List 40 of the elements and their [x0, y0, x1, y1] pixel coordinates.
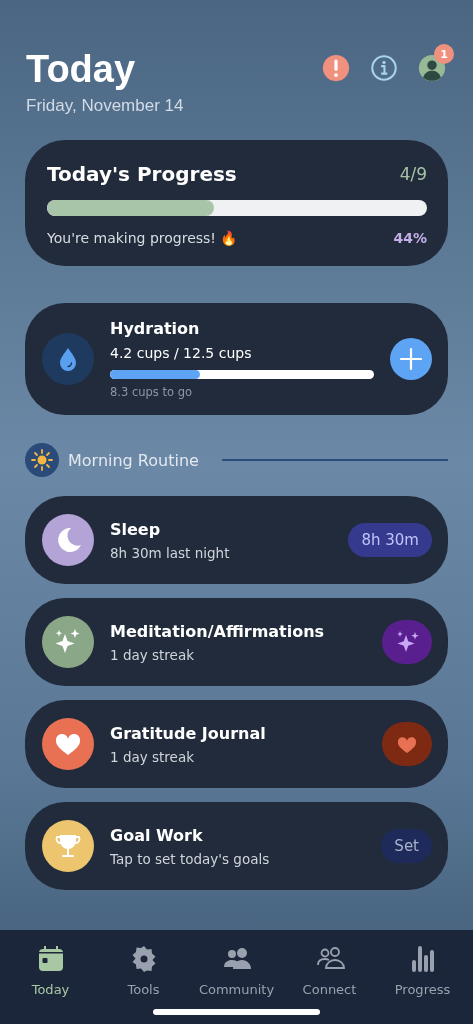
routine-subtitle: 8h 30m last night [110, 544, 231, 561]
routine-subtitle: 1 day streak [110, 646, 195, 663]
tab-item[interactable]: Progress [377, 944, 468, 1024]
set-button[interactable]: Set [381, 829, 432, 863]
add-icon[interactable] [390, 338, 432, 380]
tab-item[interactable]: Today [5, 944, 96, 1024]
page-title: Today [26, 48, 137, 90]
notification-badge: 1 [434, 44, 454, 64]
moon-icon [42, 514, 94, 566]
routine-subtitle: Tap to set today's goals [110, 850, 271, 867]
progress-title: Today's Progress [47, 162, 237, 186]
sun-icon [25, 443, 59, 477]
sparkles-icon [42, 616, 94, 668]
routine-card[interactable]: Goal Work Tap to set today's goals Set [25, 802, 448, 890]
progress-count: 4/9 [399, 164, 427, 184]
hydration-title: Hydration [110, 319, 201, 338]
tab-item[interactable]: Community [191, 944, 282, 1024]
hydration-amount: 4.2 cups / 12.5 cups [110, 345, 253, 361]
routine-card[interactable]: Meditation/Affirmations 1 day streak [25, 598, 448, 686]
routine-title: Meditation/Affirmations [110, 621, 326, 641]
alert-icon[interactable] [321, 53, 351, 83]
routine-card[interactable]: Gratitude Journal 1 day streak [25, 700, 448, 788]
water-drop-icon [42, 333, 94, 385]
routine-title: Goal Work [110, 825, 204, 845]
routine-card[interactable]: Sleep 8h 30m last night 8h 30m [25, 496, 448, 584]
progress-message: You're making progress! 🔥 [47, 230, 238, 246]
sparkles-icon[interactable] [382, 620, 432, 664]
tab-item[interactable]: Tools [98, 944, 189, 1024]
section-title: Morning Routine [68, 450, 199, 470]
hydration-card[interactable]: Hydration 4.2 cups / 12.5 cups 8.3 cups to go [25, 303, 448, 415]
routine-title: Sleep [110, 519, 162, 539]
hydration-remaining: 8.3 cups to go [110, 385, 194, 399]
trophy-icon [42, 820, 94, 872]
sleep-duration-badge: 8h 30m [348, 523, 432, 557]
date-label: Friday, November 14 [26, 96, 184, 116]
tab-item[interactable]: Connect [284, 944, 375, 1024]
routine-subtitle: 1 day streak [110, 748, 195, 765]
progress-percent: 44% [393, 230, 427, 246]
info-icon[interactable] [369, 53, 399, 83]
routine-title: Gratitude Journal [110, 723, 267, 743]
